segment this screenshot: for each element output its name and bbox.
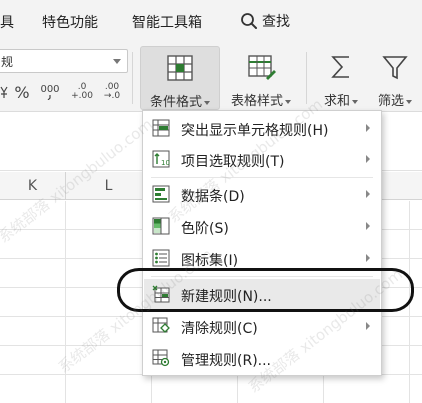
menu-item-label: 数据条(D) <box>181 189 245 205</box>
svg-text:10: 10 <box>161 159 170 167</box>
icon-sets-icon <box>152 249 170 267</box>
number-format-partial-button[interactable] <box>0 80 10 104</box>
sigma-icon <box>331 56 349 78</box>
clear-rules-icon <box>152 317 170 333</box>
search-icon <box>241 13 257 29</box>
ribbon-toolbar: 规 % 000 .0 +.00 .00 →.0 条件格式 表格样式 求和 筛选 <box>0 44 422 112</box>
menu-search-button[interactable]: 查找 <box>240 10 290 32</box>
number-format-select[interactable]: 规 <box>0 49 128 73</box>
color-scales-icon <box>152 217 170 235</box>
comma-style-button[interactable]: 000 <box>38 80 62 104</box>
sum-button[interactable]: 求和 <box>316 46 366 110</box>
ribbon-divider <box>306 52 307 104</box>
increase-decimal-bottom: +.00 <box>71 91 93 101</box>
menu-item-label: 色阶(S) <box>181 221 229 237</box>
top-bottom-rules-icon: 10 <box>152 150 170 168</box>
menu-item-label: 图标集(I) <box>181 253 239 269</box>
manage-rules-icon <box>152 349 170 367</box>
menu-item-highlight-cell-rules[interactable]: 突出显示单元格规则(H) <box>144 113 380 143</box>
grid-line <box>65 201 66 403</box>
comma-label: 000 <box>40 84 60 95</box>
filter-label: 筛选 <box>370 90 420 109</box>
filter-icon <box>382 56 408 80</box>
menu-item-manage-rules[interactable]: 管理规则(R)... <box>144 343 380 373</box>
chevron-right-icon <box>366 155 370 163</box>
increase-decimal-button[interactable]: .0 +.00 <box>70 80 94 104</box>
chevron-down-icon <box>113 59 121 64</box>
menu-item-clear-rules[interactable]: 清除规则(C) <box>144 311 380 341</box>
menu-item-label: 管理规则(R)... <box>181 353 272 369</box>
conditional-format-icon <box>167 55 193 81</box>
menu-tab-special-features[interactable]: 特色功能 <box>42 12 98 32</box>
menu-item-color-scales[interactable]: 色阶(S) <box>144 211 380 241</box>
conditional-format-button[interactable]: 条件格式 <box>140 46 220 110</box>
menu-tab-smart-toolbox[interactable]: 智能工具箱 <box>132 12 202 32</box>
column-header-l[interactable]: L <box>66 172 152 200</box>
decrease-decimal-bottom: →.0 <box>103 91 121 101</box>
filter-button[interactable]: 筛选 <box>370 46 420 110</box>
highlight-rules-icon <box>152 119 170 137</box>
percent-label: % <box>14 82 30 102</box>
percent-style-button[interactable]: % <box>12 80 32 104</box>
chevron-right-icon <box>366 254 370 262</box>
table-style-button[interactable]: 表格样式 <box>222 46 300 110</box>
chevron-right-icon <box>366 222 370 230</box>
column-header-k[interactable]: K <box>0 172 66 200</box>
number-format-value: 规 <box>1 55 14 69</box>
menu-tab-tools-partial[interactable]: 具 <box>0 12 14 32</box>
menu-item-label: 清除规则(C) <box>181 321 258 337</box>
menu-item-label: 突出显示单元格规则(H) <box>181 123 329 139</box>
menu-divider <box>151 177 373 178</box>
data-bars-icon <box>152 185 170 203</box>
chevron-right-icon <box>366 124 370 132</box>
menu-item-data-bars[interactable]: 数据条(D) <box>144 179 380 209</box>
currency-icon <box>0 86 8 98</box>
table-style-label: 表格样式 <box>222 90 300 109</box>
menu-item-label: 项目选取规则(T) <box>181 154 285 170</box>
decrease-decimal-button[interactable]: .00 →.0 <box>100 80 124 104</box>
conditional-format-label: 条件格式 <box>141 91 219 110</box>
chevron-right-icon <box>366 322 370 330</box>
comma-mark-icon <box>47 95 51 100</box>
ribbon-divider <box>132 52 133 104</box>
search-label: 查找 <box>262 14 290 30</box>
menu-bar: 具 特色功能 智能工具箱 查找 <box>0 0 422 44</box>
conditional-format-menu: 突出显示单元格规则(H) 10 项目选取规则(T) 数据条(D) 色阶(S) 图… <box>142 110 382 376</box>
table-style-icon <box>248 55 276 80</box>
highlight-oval-annotation <box>117 268 414 312</box>
chevron-right-icon <box>366 190 370 198</box>
sum-label: 求和 <box>316 90 366 109</box>
menu-item-top-bottom-rules[interactable]: 10 项目选取规则(T) <box>144 144 380 174</box>
